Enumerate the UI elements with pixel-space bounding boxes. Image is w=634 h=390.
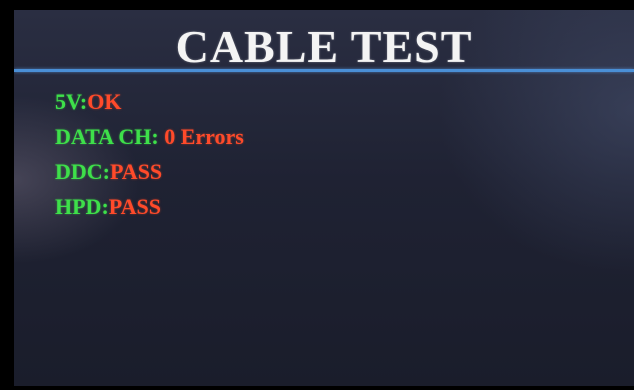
- result-5v-label: 5V:: [55, 89, 88, 114]
- result-data-ch: DATA CH: 0 Errors: [55, 125, 244, 160]
- device-bezel: CABLE TEST 5V:OK DATA CH: 0 Errors DDC:P…: [0, 0, 634, 390]
- result-hpd-value: PASS: [108, 194, 161, 219]
- result-ddc: DDC:PASS: [55, 160, 244, 195]
- result-data-ch-value: 0 Errors: [164, 124, 244, 149]
- result-5v: 5V:OK: [55, 90, 244, 125]
- result-data-ch-label: DATA CH:: [55, 124, 165, 149]
- result-hpd-label: HPD:: [55, 194, 109, 219]
- result-ddc-label: DDC:: [55, 159, 110, 184]
- title-divider: [14, 69, 634, 72]
- result-5v-value: OK: [87, 89, 122, 114]
- screen-title: CABLE TEST: [175, 21, 473, 72]
- lcd-screen: CABLE TEST 5V:OK DATA CH: 0 Errors DDC:P…: [14, 10, 634, 386]
- result-ddc-value: PASS: [110, 159, 163, 184]
- result-hpd: HPD:PASS: [55, 195, 244, 230]
- results-list: 5V:OK DATA CH: 0 Errors DDC:PASS HPD:PAS…: [55, 90, 244, 230]
